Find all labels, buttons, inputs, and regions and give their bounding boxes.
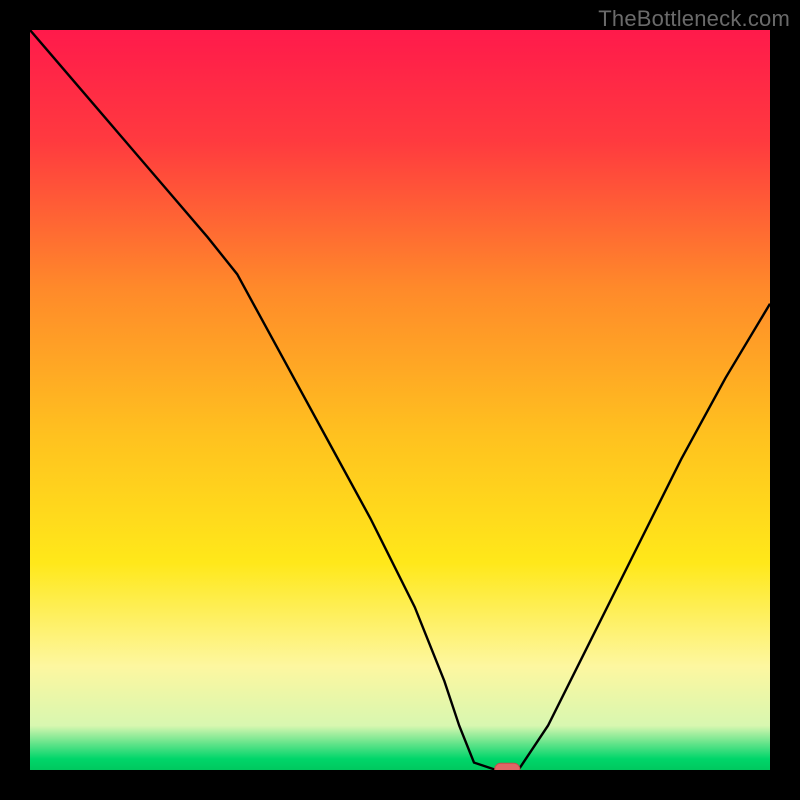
chart-frame: TheBottleneck.com <box>0 0 800 800</box>
optimal-point-marker <box>495 763 520 770</box>
plot-background <box>30 30 770 770</box>
watermark-text: TheBottleneck.com <box>598 6 790 32</box>
bottleneck-chart <box>30 30 770 770</box>
